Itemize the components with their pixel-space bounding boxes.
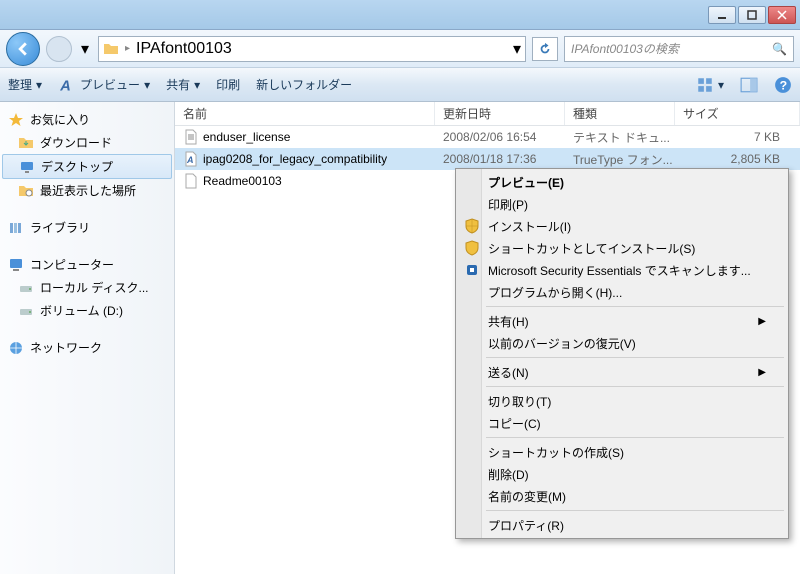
address-dropdown[interactable]: ▾ (513, 39, 521, 59)
ctx-previous-versions[interactable]: 以前のバージョンの復元(V) (458, 332, 786, 354)
share-menu[interactable]: 共有 ▾ (166, 76, 200, 93)
print-button[interactable]: 印刷 (216, 76, 240, 93)
folder-icon (103, 41, 119, 57)
svg-text:A: A (59, 78, 71, 93)
search-placeholder: IPAfont00103の検索 (571, 40, 679, 57)
font-icon: A (58, 76, 76, 94)
preview-menu[interactable]: A プレビュー ▾ (58, 76, 150, 94)
library-icon (8, 220, 24, 236)
view-menu[interactable]: ▾ (696, 76, 724, 94)
drive-icon (18, 280, 34, 296)
shield-icon (464, 218, 480, 234)
minimize-button[interactable] (708, 6, 736, 24)
computer-icon (8, 257, 24, 273)
sidebar-libraries[interactable]: ライブラリ (2, 216, 172, 239)
col-name[interactable]: 名前 (175, 102, 435, 125)
mse-icon (464, 262, 480, 278)
col-date[interactable]: 更新日時 (435, 102, 565, 125)
command-bar: 整理 ▾ A プレビュー ▾ 共有 ▾ 印刷 新しいフォルダー ▾ ? (0, 68, 800, 102)
desktop-icon (19, 159, 35, 175)
file-row[interactable]: Aipag0208_for_legacy_compatibility 2008/… (175, 148, 800, 170)
svg-text:A: A (186, 155, 194, 165)
text-file-icon (183, 129, 199, 145)
shield-icon (464, 240, 480, 256)
ctx-preview[interactable]: プレビュー(E) (458, 171, 786, 193)
download-icon (18, 135, 34, 151)
breadcrumb-folder[interactable]: IPAfont00103 (136, 40, 232, 58)
sidebar-item-downloads[interactable]: ダウンロード (2, 131, 172, 154)
context-menu: プレビュー(E) 印刷(P) インストール(I) ショートカットとしてインストー… (455, 168, 789, 539)
file-row[interactable]: enduser_license 2008/02/06 16:54 テキスト ドキ… (175, 126, 800, 148)
ctx-send-to[interactable]: 送る(N)▶ (458, 361, 786, 383)
ctx-print[interactable]: 印刷(P) (458, 193, 786, 215)
drive-icon (18, 303, 34, 319)
recent-icon (18, 183, 34, 199)
submenu-arrow-icon: ▶ (758, 316, 766, 327)
star-icon (8, 112, 24, 128)
ctx-create-shortcut[interactable]: ショートカットの作成(S) (458, 441, 786, 463)
ctx-scan-mse[interactable]: Microsoft Security Essentials でスキャンします..… (458, 259, 786, 281)
ctx-cut[interactable]: 切り取り(T) (458, 390, 786, 412)
navigation-pane: お気に入り ダウンロード デスクトップ 最近表示した場所 ライブラリ コンピュー… (0, 102, 175, 574)
history-dropdown[interactable]: ▾ (78, 34, 92, 64)
file-icon (183, 173, 199, 189)
sidebar-favorites[interactable]: お気に入り (2, 108, 172, 131)
ctx-delete[interactable]: 削除(D) (458, 463, 786, 485)
help-button[interactable]: ? (774, 76, 792, 94)
address-bar[interactable]: ▸ IPAfont00103 ▾ (98, 36, 526, 62)
forward-button[interactable] (46, 36, 72, 62)
ctx-rename[interactable]: 名前の変更(M) (458, 485, 786, 507)
submenu-arrow-icon: ▶ (758, 367, 766, 378)
sidebar-item-local-disk[interactable]: ローカル ディスク... (2, 276, 172, 299)
sidebar-item-volume-d[interactable]: ボリューム (D:) (2, 299, 172, 322)
maximize-button[interactable] (738, 6, 766, 24)
ctx-install-shortcut[interactable]: ショートカットとしてインストール(S) (458, 237, 786, 259)
svg-text:?: ? (780, 78, 788, 92)
ctx-open-with[interactable]: プログラムから開く(H)... (458, 281, 786, 303)
navigation-bar: ▾ ▸ IPAfont00103 ▾ IPAfont00103の検索 🔍 (0, 30, 800, 68)
refresh-button[interactable] (532, 37, 558, 61)
sidebar-item-recent[interactable]: 最近表示した場所 (2, 179, 172, 202)
search-box[interactable]: IPAfont00103の検索 🔍 (564, 36, 794, 62)
sidebar-item-desktop[interactable]: デスクトップ (2, 154, 172, 179)
ctx-copy[interactable]: コピー(C) (458, 412, 786, 434)
network-icon (8, 340, 24, 356)
organize-menu[interactable]: 整理 ▾ (8, 76, 42, 93)
ctx-install[interactable]: インストール(I) (458, 215, 786, 237)
breadcrumb-separator: ▸ (125, 43, 130, 54)
column-headers: 名前 更新日時 種類 サイズ (175, 102, 800, 126)
preview-pane-button[interactable] (740, 76, 758, 94)
close-button[interactable] (768, 6, 796, 24)
col-type[interactable]: 種類 (565, 102, 675, 125)
sidebar-network[interactable]: ネットワーク (2, 336, 172, 359)
font-file-icon: A (183, 151, 199, 167)
new-folder-button[interactable]: 新しいフォルダー (256, 76, 352, 93)
ctx-properties[interactable]: プロパティ(R) (458, 514, 786, 536)
ctx-share[interactable]: 共有(H)▶ (458, 310, 786, 332)
sidebar-computer[interactable]: コンピューター (2, 253, 172, 276)
window-titlebar (0, 0, 800, 30)
col-size[interactable]: サイズ (675, 102, 800, 125)
back-button[interactable] (6, 32, 40, 66)
search-icon: 🔍 (772, 42, 787, 56)
